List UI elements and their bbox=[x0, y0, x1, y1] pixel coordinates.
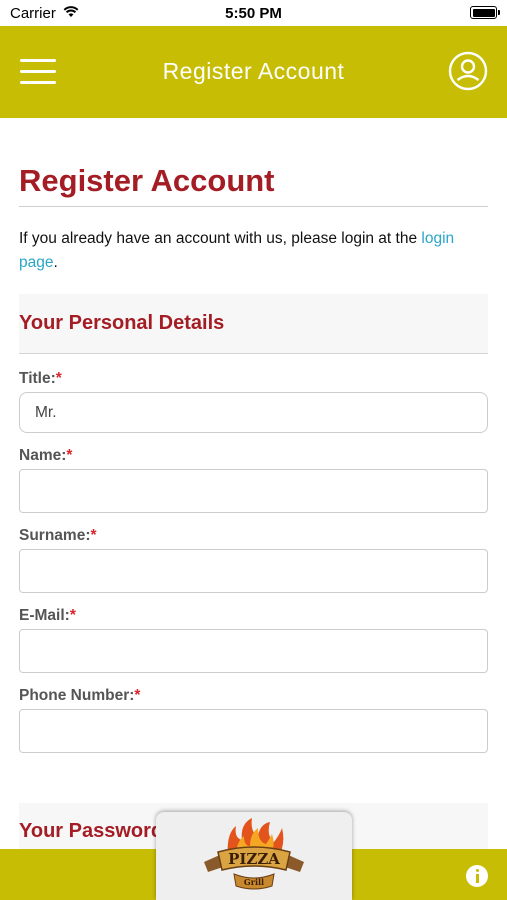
page-title: Register Account bbox=[19, 163, 488, 207]
logo-subtext: Grill bbox=[244, 877, 264, 887]
header-title: Register Account bbox=[162, 58, 345, 84]
title-label-text: Title: bbox=[19, 370, 56, 387]
title-select[interactable]: Mr. bbox=[19, 392, 488, 433]
phone-label-text: Phone Number: bbox=[19, 687, 135, 704]
restaurant-logo-card[interactable]: PIZZA Grill bbox=[156, 812, 352, 900]
email-label-text: E-Mail: bbox=[19, 607, 70, 624]
email-input[interactable] bbox=[19, 629, 488, 673]
surname-label-text: Surname: bbox=[19, 527, 91, 544]
name-label-text: Name: bbox=[19, 447, 67, 464]
personal-details-header: Your Personal Details bbox=[19, 294, 488, 354]
intro-body: If you already have an account with us, … bbox=[19, 230, 422, 247]
status-bar: Carrier 5:50 PM bbox=[0, 0, 507, 26]
pizza-grill-logo-icon: PIZZA Grill bbox=[204, 818, 304, 890]
title-label: Title:* bbox=[19, 370, 488, 388]
app-header: Register Account bbox=[0, 26, 507, 118]
name-label: Name:* bbox=[19, 447, 488, 465]
main-content[interactable]: Register Account If you already have an … bbox=[0, 118, 507, 849]
user-circle-icon[interactable] bbox=[448, 51, 488, 91]
intro-text: If you already have an account with us, … bbox=[19, 227, 488, 275]
required-mark: * bbox=[55, 370, 62, 387]
personal-details-heading: Your Personal Details bbox=[19, 312, 225, 334]
battery-icon bbox=[470, 6, 500, 19]
info-icon[interactable] bbox=[466, 865, 488, 887]
required-mark: * bbox=[90, 527, 97, 544]
clock: 5:50 PM bbox=[225, 5, 282, 22]
name-input[interactable] bbox=[19, 469, 488, 513]
required-mark: * bbox=[134, 687, 141, 704]
phone-input[interactable] bbox=[19, 709, 488, 753]
surname-label: Surname:* bbox=[19, 527, 488, 545]
logo-text: PIZZA bbox=[228, 850, 280, 868]
required-mark: * bbox=[66, 447, 73, 464]
email-label: E-Mail:* bbox=[19, 607, 488, 625]
intro-end: . bbox=[53, 254, 58, 271]
phone-label: Phone Number:* bbox=[19, 687, 488, 705]
password-heading: Your Password bbox=[19, 819, 164, 842]
surname-input[interactable] bbox=[19, 549, 488, 593]
required-mark: * bbox=[69, 607, 76, 624]
